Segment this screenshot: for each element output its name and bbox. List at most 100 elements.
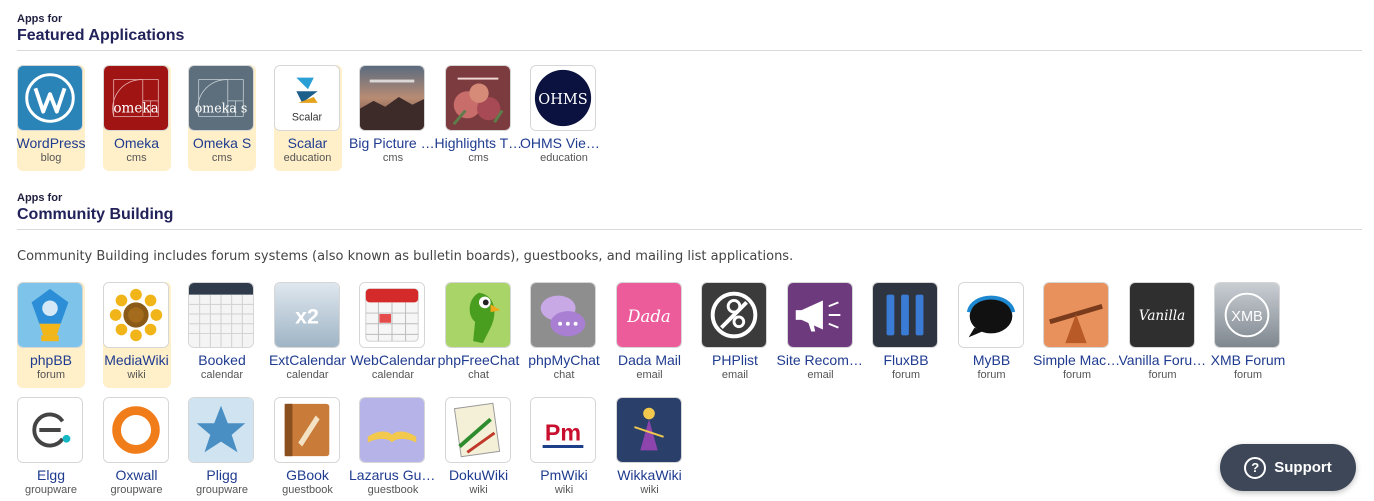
app-mediawiki[interactable]: MediaWiki wiki bbox=[102, 282, 171, 388]
app-name[interactable]: Site Recommender bbox=[777, 351, 865, 369]
app-wordpress[interactable]: WordPress blog bbox=[17, 65, 85, 171]
app-name[interactable]: Booked bbox=[178, 351, 266, 369]
app-name[interactable]: phpFreeChat bbox=[435, 351, 523, 369]
community-grid: phpBB forum MediaWiki wiki Booked calend… bbox=[17, 282, 1362, 501]
app-category: forum bbox=[36, 369, 66, 381]
svg-text:x2: x2 bbox=[295, 305, 319, 329]
app-scalar[interactable]: Scalar Scalar education bbox=[273, 65, 342, 171]
svg-text:Dada: Dada bbox=[626, 307, 670, 326]
svg-text:omeka s: omeka s bbox=[195, 101, 248, 116]
app-pmwiki[interactable]: Pm PmWiki wiki bbox=[530, 397, 598, 501]
app-ohms-viewer[interactable]: OHMS OHMS Viewer education bbox=[520, 65, 608, 171]
app-name[interactable]: WebCalendar bbox=[349, 351, 437, 369]
app-name[interactable]: WordPress bbox=[7, 134, 95, 152]
app-lazarus-guestbook[interactable]: Lazarus Guestbook guestbook bbox=[349, 397, 437, 501]
omeka-s-icon: omeka s bbox=[188, 65, 254, 131]
app-category: guestbook bbox=[367, 484, 419, 496]
app-pligg[interactable]: Pligg groupware bbox=[188, 397, 256, 501]
big-picture-icon bbox=[359, 65, 425, 131]
webcalendar-icon bbox=[359, 282, 425, 348]
app-name[interactable]: WikkaWiki bbox=[606, 466, 694, 484]
app-name[interactable]: MediaWiki bbox=[93, 351, 181, 369]
app-category: education bbox=[540, 152, 588, 164]
app-name[interactable]: Scalar bbox=[264, 134, 352, 152]
app-category: wiki bbox=[469, 484, 488, 496]
app-category: calendar bbox=[371, 369, 415, 381]
app-name[interactable]: DokuWiki bbox=[435, 466, 523, 484]
app-category: chat bbox=[468, 369, 489, 381]
app-simple-machines[interactable]: Simple Machines Forum forum bbox=[1033, 282, 1121, 388]
app-name[interactable]: Dada Mail bbox=[606, 351, 694, 369]
app-category: guestbook bbox=[282, 484, 333, 496]
app-phpbb[interactable]: phpBB forum bbox=[17, 282, 85, 388]
app-name[interactable]: Highlights Theme bbox=[435, 134, 523, 152]
app-category: forum bbox=[1062, 369, 1092, 381]
app-category: cms bbox=[468, 152, 489, 164]
app-name[interactable]: Oxwall bbox=[93, 466, 181, 484]
app-webcalendar[interactable]: WebCalendar calendar bbox=[350, 282, 436, 388]
site-recommender-icon bbox=[786, 282, 853, 348]
app-name[interactable]: MyBB bbox=[948, 351, 1036, 369]
phpfreechat-icon bbox=[444, 282, 511, 348]
app-omeka[interactable]: omeka Omeka cms bbox=[102, 65, 171, 171]
app-name[interactable]: Lazarus Guestbook bbox=[349, 466, 437, 484]
app-highlights[interactable]: Highlights Theme cms bbox=[435, 65, 523, 171]
app-oxwall[interactable]: Oxwall groupware bbox=[102, 397, 171, 501]
app-big-picture[interactable]: Big Picture Calling Card cms bbox=[349, 65, 437, 171]
app-booked[interactable]: Booked calendar bbox=[188, 282, 256, 388]
app-name[interactable]: PmWiki bbox=[520, 466, 608, 484]
xmb-icon: XMB bbox=[1214, 282, 1280, 348]
app-name[interactable]: OHMS Viewer bbox=[520, 134, 608, 152]
app-category: email bbox=[721, 369, 749, 381]
dokuwiki-icon bbox=[444, 397, 511, 463]
app-wikkawiki[interactable]: WikkaWiki wiki bbox=[615, 397, 684, 501]
scalar-icon: Scalar bbox=[273, 65, 340, 131]
app-phplist[interactable]: PHPlist email bbox=[701, 282, 769, 388]
app-name[interactable]: XMB Forum bbox=[1204, 351, 1292, 369]
app-omeka-s[interactable]: omeka s Omeka S cms bbox=[188, 65, 256, 171]
app-name[interactable]: phpMyChat bbox=[520, 351, 608, 369]
app-name[interactable]: PHPlist bbox=[691, 351, 779, 369]
app-dokuwiki[interactable]: DokuWiki wiki bbox=[444, 397, 513, 501]
app-name[interactable]: Omeka S bbox=[178, 134, 266, 152]
app-category: email bbox=[807, 369, 834, 381]
vanilla-icon: Vanilla bbox=[1128, 282, 1195, 348]
app-name[interactable]: Big Picture Calling Card bbox=[349, 134, 437, 152]
app-phpfreechat[interactable]: phpFreeChat chat bbox=[438, 282, 519, 388]
app-site-recommender[interactable]: Site Recommender email bbox=[777, 282, 865, 388]
app-elgg[interactable]: Elgg groupware bbox=[17, 397, 85, 501]
question-circle-icon: ? bbox=[1244, 456, 1267, 479]
dada-mail-icon: Dada bbox=[615, 282, 682, 348]
app-mybb[interactable]: MyBB forum bbox=[957, 282, 1026, 388]
app-name[interactable]: phpBB bbox=[7, 351, 95, 369]
featured-grid: WordPress blog omeka Omeka cms omeka s O… bbox=[17, 65, 1362, 180]
app-name[interactable]: Elgg bbox=[7, 466, 95, 484]
app-category: forum bbox=[891, 369, 921, 381]
app-xmb-forum[interactable]: XMB XMB Forum forum bbox=[1211, 282, 1285, 388]
app-category: wiki bbox=[554, 484, 574, 496]
app-category: wiki bbox=[640, 484, 659, 496]
phpbb-icon bbox=[17, 282, 83, 348]
app-category: email bbox=[636, 369, 663, 381]
app-category: groupware bbox=[110, 484, 163, 496]
support-button[interactable]: ? Support bbox=[1220, 444, 1356, 491]
app-name[interactable]: Pligg bbox=[178, 466, 266, 484]
svg-text:Pm: Pm bbox=[545, 420, 581, 446]
app-gbook[interactable]: GBook guestbook bbox=[273, 397, 342, 501]
app-extcalendar[interactable]: x2 ExtCalendar calendar bbox=[269, 282, 346, 388]
support-label: Support bbox=[1274, 459, 1332, 476]
app-name[interactable]: Vanilla Forums bbox=[1119, 351, 1207, 369]
featured-heading: Featured Applications bbox=[17, 26, 1362, 51]
app-vanilla-forums[interactable]: Vanilla Vanilla Forums forum bbox=[1119, 282, 1207, 388]
ohms-icon: OHMS bbox=[530, 65, 596, 131]
app-fluxbb[interactable]: FluxBB forum bbox=[872, 282, 940, 388]
app-name[interactable]: FluxBB bbox=[862, 351, 950, 369]
wordpress-icon bbox=[17, 65, 83, 131]
app-name[interactable]: ExtCalendar bbox=[264, 351, 352, 369]
app-phpmychat[interactable]: phpMyChat chat bbox=[528, 282, 600, 388]
app-name[interactable]: Omeka bbox=[93, 134, 181, 152]
app-name[interactable]: GBook bbox=[264, 466, 352, 484]
app-dada-mail[interactable]: Dada Dada Mail email bbox=[615, 282, 684, 388]
community-kicker: Apps for bbox=[17, 192, 63, 204]
app-name[interactable]: Simple Machines Forum bbox=[1033, 351, 1121, 369]
